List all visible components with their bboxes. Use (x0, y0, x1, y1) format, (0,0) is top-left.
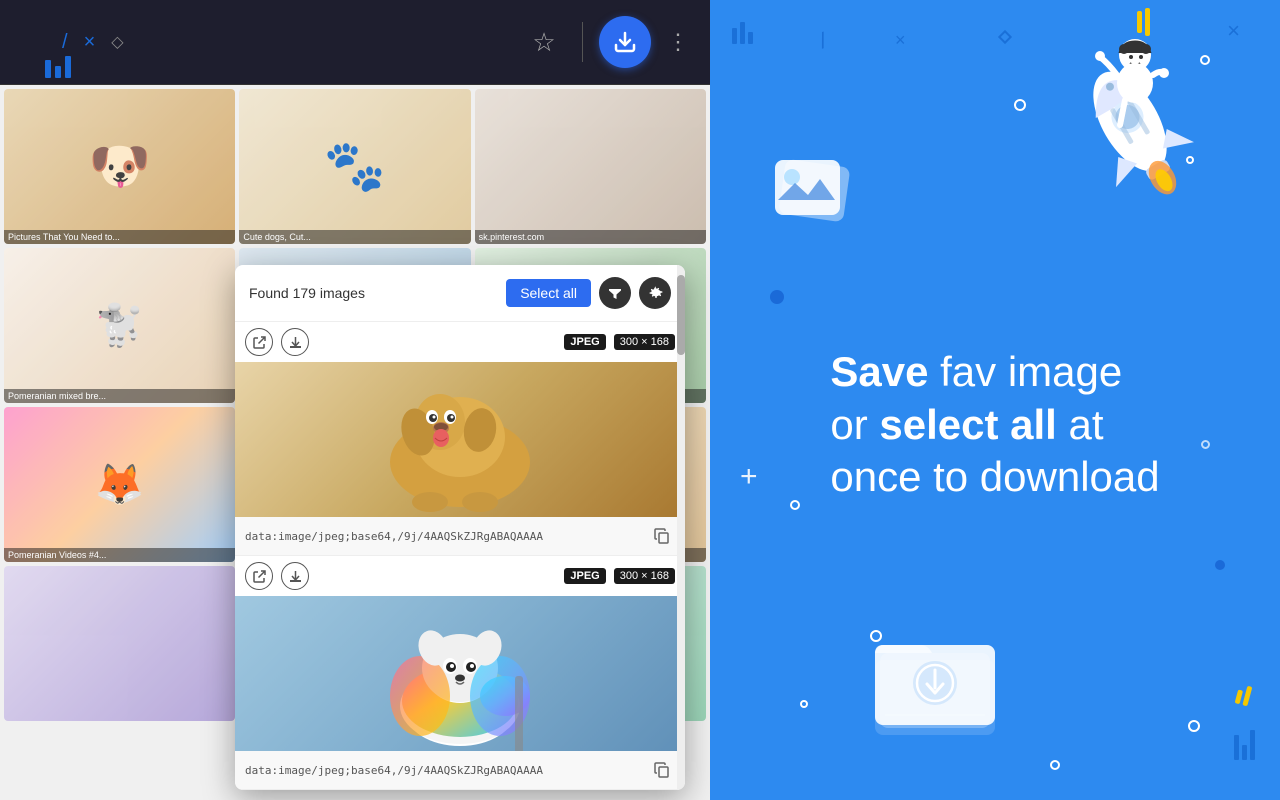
deco-yellow-dashes-bottom (1235, 684, 1253, 707)
grid-img-1: 🐶 Pictures That You Need to... (4, 89, 235, 244)
grid-caption-7: Pomeranian Videos #4... (4, 548, 235, 562)
browser-bar: / × ◇ ☆ ⋮ (0, 0, 710, 85)
copy-button-1[interactable] (649, 523, 675, 549)
hero-or: or (830, 401, 879, 448)
download-button-2[interactable] (281, 562, 309, 590)
grid-img-10 (4, 566, 235, 721)
open-link-button-1[interactable] (245, 328, 273, 356)
x-icon: × (84, 31, 96, 54)
url-bar-1: data:image/jpeg;base64,/9j/4AAQSkZJRgABA… (235, 517, 685, 555)
image-item-1: JPEG 300 × 168 (235, 322, 685, 556)
deco-circle-1 (770, 290, 784, 304)
scrollbar-thumb[interactable] (677, 275, 685, 355)
deco-circle-6 (1215, 560, 1225, 570)
found-images-count: Found 179 images (249, 285, 498, 301)
right-panel: / × × (710, 0, 1280, 800)
bar3 (65, 56, 71, 78)
deco-circle-8 (1050, 760, 1060, 770)
plus-sign-left: + (740, 460, 758, 494)
grid-caption-4: Pomeranian mixed bre... (4, 389, 235, 403)
image-item-2: JPEG 300 × 168 (235, 556, 685, 790)
browser-icons: / × ◇ (20, 31, 124, 54)
open-link-button-2[interactable] (245, 562, 273, 590)
hero-content: Save fav image or select all at once to … (780, 346, 1209, 514)
hero-select-all-word: select all (879, 401, 1056, 448)
deco-circle-5 (1188, 720, 1200, 732)
format-badge-2: JPEG (564, 568, 605, 584)
popup-header: Found 179 images Select all (235, 265, 685, 322)
grid-img-2: 🐾 Cute dogs, Cut... (239, 89, 470, 244)
hero-line4: once to download (830, 453, 1159, 500)
deco-bars-top-left (732, 22, 753, 44)
divider (582, 22, 583, 62)
hero-at: at (1057, 401, 1104, 448)
grid-caption-3: sk.pinterest.com (475, 230, 706, 244)
size-badge-1: 300 × 168 (614, 334, 675, 350)
scrollbar[interactable] (677, 265, 685, 790)
grid-caption-1: Pictures That You Need to... (4, 230, 235, 244)
slash-icon: / (62, 31, 68, 54)
hero-title: Save fav image or select all at once to … (830, 346, 1159, 504)
filter-button[interactable] (599, 277, 631, 309)
bar2 (55, 66, 61, 78)
image-frame-icon (770, 155, 860, 240)
grid-caption-2: Cute dogs, Cut... (239, 230, 470, 244)
settings-button[interactable] (639, 277, 671, 309)
bar-chart-icon (45, 56, 71, 78)
grid-img-4: 🐩 Pomeranian mixed bre... (4, 248, 235, 403)
close-x-button[interactable]: × (1227, 18, 1240, 44)
image-downloader-popup: Found 179 images Select all (235, 265, 685, 790)
hero-save-word: Save (830, 348, 928, 395)
image-item-2-header: JPEG 300 × 168 (235, 556, 685, 596)
star-icon[interactable]: ☆ (522, 20, 566, 64)
download-button-1[interactable] (281, 328, 309, 356)
deco-bars-bottom-right (1234, 730, 1255, 760)
rocket-illustration (1005, 20, 1225, 210)
three-dots-menu[interactable]: ⋮ (667, 29, 690, 55)
bar1 (45, 60, 51, 78)
download-folder-illustration (870, 625, 1000, 750)
grid-img-3: sk.pinterest.com (475, 89, 706, 244)
left-panel: / × ◇ ☆ ⋮ 🐶 Pictures That Yo (0, 0, 710, 800)
grid-img-7: 🦊 Pomeranian Videos #4... (4, 407, 235, 562)
copy-button-2[interactable] (649, 757, 675, 783)
hero-line1: fav image (928, 348, 1122, 395)
size-badge-2: 300 × 168 (614, 568, 675, 584)
image-item-1-header: JPEG 300 × 168 (235, 322, 685, 362)
dog-image-2 (235, 596, 685, 751)
url-text-2: data:image/jpeg;base64,/9j/4AAQSkZJRgABA… (245, 764, 641, 777)
format-badge-1: JPEG (564, 334, 605, 350)
deco-x-top: × (895, 30, 906, 51)
deco-slash-top: / (817, 28, 830, 55)
url-text-1: data:image/jpeg;base64,/9j/4AAQSkZJRgABA… (245, 530, 641, 543)
url-bar-2: data:image/jpeg;base64,/9j/4AAQSkZJRgABA… (235, 751, 685, 789)
deco-circle-4 (800, 700, 808, 708)
diamond-icon: ◇ (111, 32, 123, 52)
dog-image-1 (235, 362, 685, 517)
select-all-button[interactable]: Select all (506, 279, 591, 307)
download-main-button[interactable] (599, 16, 651, 68)
